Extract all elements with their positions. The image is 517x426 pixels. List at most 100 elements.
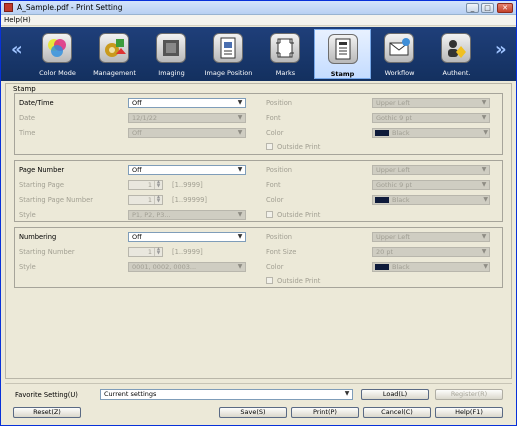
scroll-right-icon[interactable]: » (495, 39, 507, 60)
ribbon-marks[interactable]: Marks (257, 29, 314, 79)
ribbon-label: Imaging (158, 69, 185, 77)
panel-title: Stamp (12, 85, 37, 93)
dropdown-arrow-icon: ▼ (344, 390, 350, 397)
time-select: Off ▼ (128, 128, 246, 138)
window-title: A_Sample.pdf - Print Setting (17, 3, 123, 12)
pagenumber-select[interactable]: Off ▼ (128, 165, 246, 175)
font-size-select: 20 pt ▼ (372, 247, 490, 257)
favorite-setting-select[interactable]: Current settings ▼ (100, 389, 353, 400)
starting-page-number-label: Starting Page Number (19, 196, 93, 204)
dropdown-arrow-icon: ▼ (237, 114, 243, 121)
save-button[interactable]: Save(S) (219, 407, 287, 418)
color-mode-icon (42, 33, 72, 63)
datetime-group: Date/Time Off ▼ Date 12/1/22 ▼ Time Off ▼ P… (14, 93, 503, 155)
position-select: Upper Left ▼ (372, 165, 490, 175)
starting-page-spinner: 1 ▲ ▼ (128, 180, 163, 190)
pagenumber-label: Page Number (19, 166, 65, 174)
ribbon-label: Image Position (204, 69, 253, 77)
ribbon-label: Color Mode (39, 69, 76, 77)
color-label: Color (266, 129, 284, 137)
spin-arrows-icon: ▲ ▼ (154, 180, 162, 189)
dropdown-arrow-icon: ▼ (237, 129, 243, 136)
dropdown-arrow-icon: ▼ (237, 99, 243, 106)
datetime-select[interactable]: Off ▼ (128, 98, 246, 108)
marks-icon (270, 33, 300, 63)
ribbon-label: Workflow (384, 69, 415, 77)
dropdown-arrow-icon: ▼ (481, 114, 487, 121)
ribbon-color-mode[interactable]: Color Mode (29, 29, 86, 79)
font-size-label: Font Size (266, 248, 297, 256)
reset-button[interactable]: Reset(Z) (13, 407, 81, 418)
management-icon (99, 33, 129, 63)
starting-page-number-spinner: 1 ▲ ▼ (128, 195, 163, 205)
ribbon-label: Management (93, 69, 136, 77)
spin-arrows-icon: ▲ ▼ (154, 247, 162, 256)
position-label: Position (266, 233, 293, 241)
datetime-label: Date/Time (19, 99, 54, 107)
starting-page-number-range: [1..99999] (172, 196, 207, 204)
cancel-button[interactable]: Cancel(C) (363, 407, 431, 418)
pagenumber-group: Page Number Off ▼ Starting Page 1 ▲ ▼ [1..9… (14, 160, 503, 222)
numbering-group: Numbering Off ▼ Starting Number 1 ▲ ▼ [1..9… (14, 227, 503, 288)
position-label: Position (266, 166, 293, 174)
menu-bar: Help(H) (1, 15, 516, 26)
register-button: Register(R) (435, 389, 503, 400)
outside-print-label: Outside Print (277, 211, 321, 219)
menu-help[interactable]: Help(H) (4, 16, 31, 24)
ribbon-stamp[interactable]: Stamp (314, 29, 371, 79)
numbering-label: Numbering (19, 233, 57, 241)
ribbon-imaging[interactable]: Imaging (143, 29, 200, 79)
time-label: Time (19, 129, 36, 137)
close-button[interactable]: ✕ (497, 3, 513, 13)
color-label: Color (266, 196, 284, 204)
dropdown-arrow-icon: ▼ (237, 211, 243, 218)
date-select: 12/1/22 ▼ (128, 113, 246, 123)
numbering-select[interactable]: Off ▼ (128, 232, 246, 242)
load-button[interactable]: Load(L) (361, 389, 429, 400)
style-select: 0001, 0002, 0003... ▼ (128, 262, 246, 272)
date-label: Date (19, 114, 35, 122)
outside-print-label: Outside Print (277, 143, 321, 151)
starting-page-label: Starting Page (19, 181, 64, 189)
starting-number-label: Starting Number (19, 248, 75, 256)
workflow-icon (384, 33, 414, 63)
print-button[interactable]: Print(P) (291, 407, 359, 418)
authentication-icon (441, 33, 471, 63)
font-label: Font (266, 181, 281, 189)
imaging-icon (156, 33, 186, 63)
dropdown-arrow-icon: ▼ (481, 166, 487, 173)
dropdown-arrow-icon: ▼ (481, 181, 487, 188)
ribbon-label: Stamp (330, 70, 355, 78)
position-label: Position (266, 99, 293, 107)
help-button[interactable]: Help(F1) (435, 407, 503, 418)
dropdown-arrow-icon: ▼ (481, 99, 487, 106)
maximize-button[interactable]: □ (481, 3, 494, 13)
scroll-left-icon[interactable]: « (11, 39, 23, 60)
color-swatch (375, 197, 389, 203)
outside-print-label: Outside Print (277, 277, 321, 285)
dropdown-arrow-icon: ▼ (237, 263, 243, 270)
style-label: Style (19, 263, 36, 271)
color-label: Color (266, 263, 284, 271)
style-select: P1, P2, P3... ▼ (128, 210, 246, 220)
color-swatch (375, 130, 389, 136)
ribbon-workflow[interactable]: Workflow (371, 29, 428, 79)
function-ribbon: « Color Mode Management Imaging Image Po… (1, 27, 516, 81)
ribbon-label: Authent. (442, 69, 471, 77)
color-select: Black ▼ (372, 195, 490, 205)
color-select: Black ▼ (372, 128, 490, 138)
title-bar[interactable]: A_Sample.pdf - Print Setting _ □ ✕ (1, 1, 516, 15)
dropdown-arrow-icon: ▼ (483, 263, 488, 270)
dropdown-arrow-icon: ▼ (483, 196, 488, 203)
color-swatch (375, 264, 389, 270)
ribbon-authentication[interactable]: Authent. (428, 29, 485, 79)
color-select: Black ▼ (372, 262, 490, 272)
dropdown-arrow-icon: ▼ (237, 166, 243, 173)
ribbon-image-position[interactable]: Image Position (200, 29, 257, 79)
starting-number-range: [1..9999] (172, 248, 203, 256)
ribbon-management[interactable]: Management (86, 29, 143, 79)
font-select: Gothic 9 pt ▼ (372, 180, 490, 190)
dropdown-arrow-icon: ▼ (237, 233, 243, 240)
minimize-button[interactable]: _ (466, 3, 479, 13)
stamp-icon (328, 34, 358, 64)
